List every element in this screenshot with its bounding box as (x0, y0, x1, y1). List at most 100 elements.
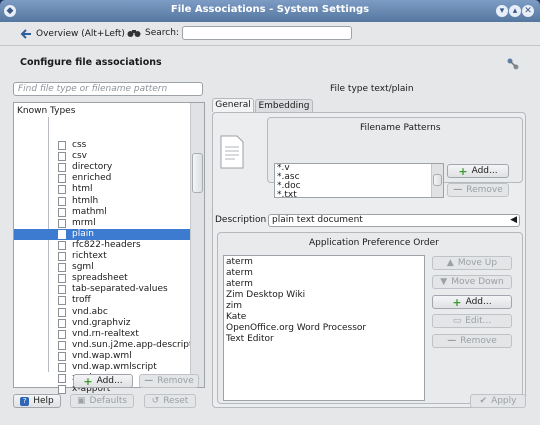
move-up-label: Move Up (457, 258, 498, 268)
search-input[interactable] (182, 26, 352, 40)
add-pattern-label: Add... (471, 166, 498, 176)
add-pattern-button[interactable]: + Add... (447, 164, 509, 178)
edit-application-label: Edit... (465, 316, 492, 326)
reset-button[interactable]: ↺ Reset (144, 394, 196, 408)
known-type-item[interactable]: enriched (14, 173, 190, 184)
known-type-item[interactable]: sgml (14, 262, 190, 273)
known-type-label: directory (72, 162, 113, 173)
filter-input[interactable]: Find file type or filename pattern (13, 82, 203, 96)
application-item[interactable]: aterm (224, 268, 424, 279)
file-type-icon (58, 285, 66, 295)
known-type-item[interactable]: rfc822-headers (14, 240, 190, 251)
text-file-icon (220, 135, 244, 169)
known-types-scrollbar[interactable]: ▼ (190, 103, 204, 387)
add-type-label: Add... (96, 376, 123, 386)
description-label: Description (215, 215, 267, 225)
known-type-item[interactable]: mathml (14, 207, 190, 218)
maximize-icon[interactable]: ▴ (509, 5, 521, 17)
search-label-group: Search: (127, 28, 179, 38)
known-type-item[interactable]: troff (14, 295, 190, 306)
application-item[interactable]: aterm (224, 257, 424, 268)
known-type-item[interactable]: csv (14, 151, 190, 162)
file-type-icon (58, 240, 66, 250)
known-type-item[interactable]: css (14, 140, 190, 151)
remove-icon: — (447, 336, 457, 346)
remove-pattern-button[interactable]: — Remove (447, 183, 509, 197)
move-up-button[interactable]: ▲ Move Up (432, 256, 512, 270)
close-icon[interactable]: ✕ (522, 5, 534, 17)
app-preference-title: Application Preference Order (309, 238, 439, 248)
file-type-icon (58, 351, 66, 361)
reset-label: Reset (163, 396, 189, 406)
help-button[interactable]: ? Help (13, 394, 61, 408)
patterns-scroll-thumb[interactable] (433, 174, 442, 186)
application-item[interactable]: aterm (224, 279, 424, 290)
tab-general[interactable]: General (212, 98, 254, 112)
description-input[interactable]: plain text document ◀ (268, 214, 520, 227)
known-type-item[interactable]: directory (14, 162, 190, 173)
defaults-button[interactable]: ▣ Defaults (70, 394, 134, 408)
application-item[interactable]: Text Editor (224, 334, 424, 345)
page-title: Configure file associations (20, 57, 162, 68)
known-type-item[interactable]: spreadsheet (14, 273, 190, 284)
known-type-item[interactable]: vnd.wap.wmlscript (14, 362, 190, 373)
known-type-item[interactable]: vnd.rn-realtext (14, 329, 190, 340)
minimize-icon[interactable]: ▾ (496, 5, 508, 17)
known-type-item[interactable]: richtext (14, 251, 190, 262)
description-value: plain text document (272, 215, 363, 225)
known-type-item[interactable]: plain (14, 228, 190, 240)
application-item[interactable]: OpenOffice.org Word Processor (224, 323, 424, 334)
file-type-icon (58, 141, 66, 150)
app-window: ◆ File Associations - System Settings ▾ … (0, 0, 540, 425)
filename-pattern-item[interactable]: *.v (275, 164, 443, 173)
patterns-scrollbar[interactable] (431, 164, 443, 197)
general-tab-panel: Filename Patterns *.v *.asc *.doc *.txt + A… (212, 112, 526, 408)
known-type-item[interactable]: vnd.abc (14, 307, 190, 318)
filename-pattern-item[interactable]: *.txt (275, 191, 443, 198)
apply-label: Apply (491, 396, 517, 406)
title-bar[interactable]: ◆ File Associations - System Settings ▾ … (0, 0, 540, 22)
remove-application-button[interactable]: — Remove (432, 334, 512, 348)
add-icon: + (452, 295, 462, 309)
filename-pattern-item[interactable]: *.doc (275, 182, 443, 191)
move-down-button[interactable]: ▼ Move Down (432, 275, 512, 289)
known-type-item[interactable]: vnd.wap.wml (14, 351, 190, 362)
known-type-label: vnd.wap.wml (72, 350, 132, 361)
remove-icon: — (453, 185, 463, 195)
application-list[interactable]: aterm aterm aterm Zim Desktop Wiki zim Kate Op… (223, 255, 425, 401)
application-item[interactable]: zim (224, 301, 424, 312)
tab-embedding[interactable]: Embedding (255, 99, 313, 112)
file-type-icon (58, 185, 66, 195)
move-down-label: Move Down (451, 277, 504, 287)
known-type-label: css (72, 140, 87, 150)
apply-icon: ✔ (479, 396, 488, 406)
clear-text-icon[interactable]: ◀ (510, 215, 517, 226)
filename-patterns-list[interactable]: *.v *.asc *.doc *.txt (274, 163, 444, 198)
remove-type-button[interactable]: — Remove (139, 374, 199, 388)
application-item[interactable]: Kate (224, 312, 424, 323)
file-type-icon (58, 318, 66, 328)
file-type-title: File type text/plain (330, 84, 414, 94)
settings-tools-icon (507, 58, 519, 70)
known-type-label: spreadsheet (72, 273, 128, 284)
edit-application-button[interactable]: ▭ Edit... (432, 314, 512, 328)
known-types-list[interactable]: Known Types css csv directory enriched html h… (13, 102, 205, 395)
add-application-button[interactable]: + Add... (432, 295, 512, 309)
known-types-scroll-thumb[interactable] (192, 153, 203, 193)
known-type-item[interactable]: vnd.graphviz (14, 318, 190, 329)
binoculars-icon (127, 30, 141, 37)
known-type-item[interactable]: html (14, 184, 190, 195)
known-type-item[interactable]: htmlh (14, 196, 190, 207)
tab-general-label: General (215, 100, 251, 110)
overview-button[interactable]: Overview (Alt+Left) (20, 28, 125, 40)
add-type-button[interactable]: + Add... (73, 374, 133, 388)
file-type-icon (58, 385, 66, 395)
application-rows: aterm aterm aterm Zim Desktop Wiki zim Kate Op… (224, 256, 424, 345)
application-item[interactable]: Zim Desktop Wiki (224, 290, 424, 301)
known-type-item[interactable]: tab-separated-values (14, 284, 190, 295)
apply-button[interactable]: ✔ Apply (470, 394, 526, 408)
file-type-icon (58, 174, 66, 184)
known-type-item[interactable]: vnd.sun.j2me.app-descriptor (14, 340, 202, 351)
file-type-icon (58, 329, 66, 339)
known-type-item[interactable]: mrml (14, 218, 190, 229)
